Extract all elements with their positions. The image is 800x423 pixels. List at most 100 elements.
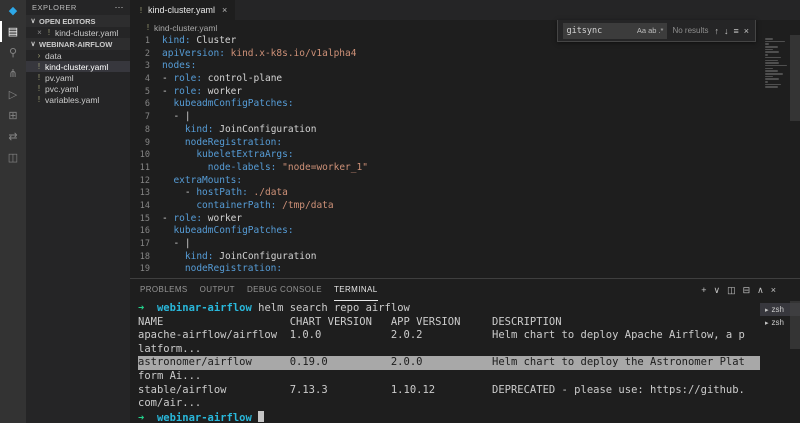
- minimap-line: [765, 78, 779, 80]
- code-line: 12 extraMounts:: [130, 175, 800, 188]
- code-line: 6 kubeadmConfigPatches:: [130, 98, 800, 111]
- panel-tab-terminal[interactable]: TERMINAL: [334, 280, 378, 301]
- terminal-segment: latform...: [138, 343, 201, 355]
- code-token: [162, 200, 196, 211]
- code-token: JoinConfiguration: [214, 251, 317, 262]
- folder-section-header[interactable]: ∨ WEBINAR-AIRFLOW: [26, 38, 130, 50]
- tree-item-file[interactable]: !variables.yaml: [26, 94, 130, 105]
- terminal-segment: apache-airflow/airflow 1.0.0 2.0.2 Helm …: [138, 329, 745, 341]
- folder-name: WEBINAR-AIRFLOW: [39, 40, 112, 49]
- line-number: 1: [130, 35, 162, 48]
- docker-icon[interactable]: ◫: [0, 147, 26, 168]
- open-editor-item[interactable]: ×!kind-cluster.yaml: [26, 27, 130, 38]
- next-match-icon[interactable]: ↓: [723, 26, 730, 36]
- panel-tab-problems[interactable]: PROBLEMS: [140, 280, 188, 301]
- panel-scrollbar-thumb[interactable]: [790, 301, 800, 349]
- find-input[interactable]: gitsync Aaab.*: [563, 23, 667, 39]
- vscode-window: ◆▤⚲⋔▷⊞⇄◫ EXPLORER ⋯ ∨ OPEN EDITORS ×!kin…: [0, 0, 800, 423]
- terminal-line: ➜ webinar-airflow: [138, 411, 760, 423]
- more-actions-icon[interactable]: ⋯: [115, 2, 125, 13]
- terminal-segment: com/air...: [138, 397, 201, 409]
- code-text: - |: [162, 238, 191, 251]
- terminal-line: ➜ webinar-airflow helm search repo airfl…: [138, 302, 760, 316]
- code-token: -: [162, 187, 196, 198]
- line-number: 17: [130, 238, 162, 251]
- extensions-icon[interactable]: ⊞: [0, 105, 26, 126]
- code-editor[interactable]: 1kind: Cluster2apiVersion: kind.x-k8s.io…: [130, 35, 800, 278]
- code-line: 5- role: worker: [130, 86, 800, 99]
- editor-group: ! kind-cluster.yaml × ! kind-cluster.yam…: [130, 0, 800, 278]
- panel-tab-output[interactable]: OUTPUT: [200, 280, 235, 301]
- match-case-icon[interactable]: Aa: [636, 26, 647, 35]
- code-text: nodes:: [162, 60, 196, 73]
- open-editors-label: OPEN EDITORS: [39, 17, 96, 26]
- tree-item-file[interactable]: !pv.yaml: [26, 72, 130, 83]
- run-debug-icon[interactable]: ▷: [0, 84, 26, 105]
- code-line: 3nodes:: [130, 60, 800, 73]
- yaml-file-icon: !: [145, 23, 151, 32]
- panel-scrollbar[interactable]: [790, 301, 800, 423]
- whole-word-icon[interactable]: ab: [647, 26, 657, 35]
- code-line: 18 kind: JoinConfiguration: [130, 251, 800, 264]
- close-editor-icon[interactable]: ×: [36, 28, 43, 37]
- prev-match-icon[interactable]: ↑: [713, 26, 720, 36]
- folder-chevron-icon: ›: [36, 51, 42, 60]
- terminal-output[interactable]: ➜ webinar-airflow helm search repo airfl…: [130, 301, 760, 423]
- code-token: role:: [173, 213, 202, 224]
- file-tree: ›data!kind-cluster.yaml!pv.yaml!pvc.yaml…: [26, 50, 130, 105]
- search-icon[interactable]: ⚲: [0, 42, 26, 63]
- panel-tab-debug-console[interactable]: DEBUG CONSOLE: [247, 280, 322, 301]
- vscode-logo-icon[interactable]: ◆: [0, 0, 26, 21]
- code-token: [162, 149, 196, 160]
- maximize-panel-icon[interactable]: ∧: [757, 285, 764, 296]
- yaml-file-icon: !: [36, 95, 42, 104]
- find-in-selection-icon[interactable]: ≡: [732, 26, 739, 36]
- minimap-line: [765, 81, 768, 83]
- line-number: 3: [130, 60, 162, 73]
- kill-terminal-icon[interactable]: ⊟: [743, 285, 751, 296]
- code-line: 2apiVersion: kind.x-k8s.io/v1alpha4: [130, 48, 800, 61]
- source-control-icon[interactable]: ⋔: [0, 63, 26, 84]
- new-terminal-icon[interactable]: +: [701, 285, 706, 296]
- tree-item-file[interactable]: !kind-cluster.yaml: [26, 61, 130, 72]
- yaml-file-icon: !: [138, 6, 144, 15]
- find-buttons: ↑↓≡ ×: [713, 26, 750, 36]
- code-token: /tmp/data: [276, 200, 333, 211]
- editor-scrollbar-thumb[interactable]: [790, 35, 800, 121]
- code-token: kind:: [185, 124, 214, 135]
- line-number: 15: [130, 213, 162, 226]
- code-line: 10 kubeletExtraArgs:: [130, 149, 800, 162]
- terminal-session-label: zsh: [772, 305, 784, 314]
- remote-icon[interactable]: ⇄: [0, 126, 26, 147]
- close-tab-icon[interactable]: ×: [222, 5, 227, 15]
- terminal-segment: NAME CHART VERSION APP VERSION DESCRIPTI…: [138, 316, 562, 328]
- minimap-line: [765, 46, 778, 48]
- minimap-line: [765, 38, 773, 40]
- code-line: 11 node-labels: "node=worker_1": [130, 162, 800, 175]
- line-number: 2: [130, 48, 162, 61]
- code-token: ./data: [248, 187, 288, 198]
- close-find-icon[interactable]: ×: [743, 26, 750, 36]
- explorer-icon[interactable]: ▤: [0, 21, 26, 42]
- code-token: [162, 251, 185, 262]
- regex-icon[interactable]: .*: [657, 26, 664, 35]
- line-number: 8: [130, 124, 162, 137]
- split-terminal-icon[interactable]: ◫: [727, 285, 736, 296]
- close-panel-icon[interactable]: ×: [771, 285, 776, 296]
- open-editors-header[interactable]: ∨ OPEN EDITORS: [26, 15, 130, 27]
- tree-item-folder[interactable]: ›data: [26, 50, 130, 61]
- terminal-select-icon[interactable]: ∨: [713, 285, 720, 296]
- open-editors-list: ×!kind-cluster.yaml: [26, 27, 130, 38]
- tree-item-label: kind-cluster.yaml: [45, 62, 108, 72]
- code-text: - role: worker: [162, 213, 242, 226]
- tab-kind-cluster-yaml[interactable]: ! kind-cluster.yaml ×: [130, 0, 236, 20]
- minimap[interactable]: [765, 38, 789, 89]
- code-token: - |: [162, 238, 191, 249]
- tree-item-file[interactable]: !pvc.yaml: [26, 83, 130, 94]
- minimap-line: [765, 51, 779, 53]
- editor-scrollbar[interactable]: [790, 35, 800, 278]
- minimap-line: [765, 86, 778, 88]
- code-text: apiVersion: kind.x-k8s.io/v1alpha4: [162, 48, 356, 61]
- code-token: hostPath:: [196, 187, 247, 198]
- yaml-file-icon: !: [36, 84, 42, 93]
